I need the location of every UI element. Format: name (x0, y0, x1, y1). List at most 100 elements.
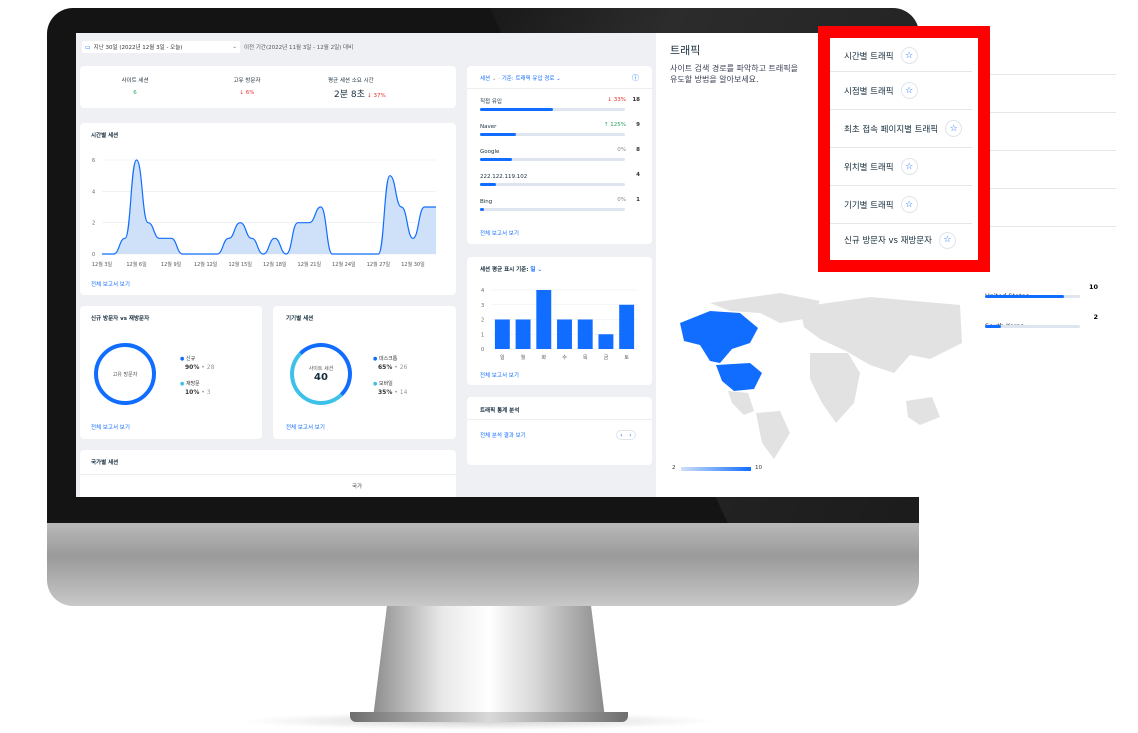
monitor-chin (47, 523, 919, 606)
y-tick-label: 2 (481, 318, 484, 324)
y-tick-label: 0 (92, 252, 95, 258)
x-tick-label: 금 (604, 355, 609, 361)
sources-header[interactable]: 세션 ⌄ · 기준: 트래픽 유입 경로 ⌄ (480, 74, 561, 82)
divider (986, 112, 1116, 113)
full-insights-link[interactable]: 전체 분석 결과 보기 (480, 431, 526, 439)
kpi-label: 고유 방문자 (233, 78, 261, 84)
source-bar-track (480, 158, 625, 161)
info-icon[interactable]: ⓘ (632, 73, 639, 83)
map-legend-gradient (681, 467, 751, 471)
full-report-link[interactable]: 전체 보고서 보기 (480, 229, 519, 237)
kpi-unique-visitors[interactable]: 고유 방문자 ↓ 6% (192, 76, 302, 96)
y-tick-label: 4 (92, 189, 95, 195)
y-tick-label: 6 (92, 158, 95, 164)
date-range-label: 지난 30일 (2022년 12월 3일 - 오늘) (93, 45, 183, 51)
source-bar (480, 133, 517, 136)
panel-title: 트래픽 (670, 44, 701, 57)
legend-new: ● 신규 90% • 28 (180, 356, 215, 371)
kpi-label: 사이트 세션 (121, 78, 149, 84)
card-title: 트래픽 통계 분석 (480, 408, 520, 414)
bar (557, 319, 572, 349)
full-report-link[interactable]: 전체 보고서 보기 (91, 280, 130, 288)
bar (515, 319, 531, 349)
source-name: Bing (480, 199, 493, 205)
x-tick-label: 12월 12일 (194, 261, 218, 268)
traffic-sources-card: 세션 ⌄ · 기준: 트래픽 유입 경로 ⌄ ⓘ 직접 유입 ↓ 33% 18 Nav… (467, 66, 652, 244)
kpi-delta: ↓ 6% (239, 90, 255, 96)
weekday-sessions-card: 세션 평균 표시 기준: 일 ⌄ 43210 일월화수목금토 전체 보고서 보기 (467, 257, 652, 385)
series-area (102, 160, 436, 254)
bar (577, 319, 593, 349)
y-tick-label: 3 (481, 303, 484, 309)
x-tick-label: 월 (521, 354, 526, 361)
chevron-down-icon: ⌄ (232, 44, 237, 50)
source-delta: 0% (617, 197, 626, 203)
donut-value: 40 (314, 372, 328, 383)
weekday-bar-chart[interactable]: 4 3 2 1 0 일 월 화 수 목 금 토 (467, 257, 652, 385)
kpi-delta: 6 (133, 90, 137, 96)
x-tick-label: 일 (500, 354, 505, 361)
kpi-delta: ↓ 37% (367, 93, 386, 99)
sessions-line-chart[interactable]: 6 4 2 0 12월 3일 12월 6일 12월 9일 12월 12일 12월 15일 12월… (80, 123, 456, 295)
x-tick-label: 12월 15일 (228, 261, 252, 268)
monitor-base (350, 712, 628, 722)
kpi-site-sessions[interactable]: 사이트 세션 6 (80, 76, 190, 96)
full-report-link[interactable]: 전체 보고서 보기 (286, 423, 325, 431)
carousel-nav[interactable]: ‹ › (616, 430, 636, 440)
source-row[interactable]: Bing 0% 1 (480, 197, 640, 215)
source-row[interactable]: Google 0% 8 (480, 147, 640, 165)
donut-label: 사이트 세션 (308, 366, 334, 372)
x-tick-label: 12월 21일 (298, 261, 322, 268)
source-delta: ↑ 125% (603, 122, 626, 128)
x-tick-label: 12월 18일 (263, 261, 287, 268)
kpi-label: 평균 세션 소요 시간 (328, 78, 374, 84)
source-name: Google (480, 149, 500, 155)
source-value: 18 (632, 97, 640, 103)
highlight-box (818, 26, 990, 272)
legend-returning: ● 재방문 10% • 3 (180, 381, 211, 396)
legend-desktop: ● 데스크톱 65% • 26 (373, 356, 408, 371)
x-tick-label: 화 (541, 355, 546, 361)
source-value: 1 (636, 197, 640, 203)
kpi-value: 2분 8초 (334, 90, 365, 100)
y-tick-label: 4 (481, 288, 484, 294)
source-row[interactable]: 222.122.119.102 4 (480, 172, 640, 190)
source-name: 직접 유입 (480, 99, 502, 105)
device-donut[interactable]: 사이트 세션 40 (290, 343, 352, 405)
full-report-link[interactable]: 전체 보고서 보기 (480, 371, 519, 379)
source-bar (480, 208, 485, 211)
compare-period[interactable]: 이전 기간(2022년 11월 3일 - 12월 2일) 대비 (244, 43, 353, 51)
source-row[interactable]: Naver ↑ 125% 9 (480, 122, 640, 140)
chevron-right-icon[interactable]: › (629, 432, 631, 439)
full-report-link[interactable]: 전체 보고서 보기 (91, 423, 130, 431)
y-tick-label: 1 (481, 332, 484, 338)
source-delta: ↓ 33% (607, 97, 626, 103)
x-tick-label: 토 (624, 355, 629, 361)
kpi-avg-session[interactable]: 평균 세션 소요 시간 2분 8초 ↓ 37% (312, 76, 452, 100)
source-row[interactable]: 직접 유입 ↓ 33% 18 (480, 97, 640, 115)
sessions-over-time-card: 시간별 세션 6420 12월 3일 12월 6일 12월 9일 12월 12일 12월… (80, 123, 456, 295)
date-range-select[interactable]: ▭ 지난 30일 (2022년 12월 3일 - 오늘) ⌄ (82, 41, 240, 53)
x-tick-label: 12월 3일 (92, 261, 113, 268)
bar (598, 334, 614, 349)
source-bar (480, 183, 496, 186)
country-row-us[interactable]: United States › 10 (985, 283, 1098, 302)
world-map[interactable] (670, 283, 970, 463)
source-name: 222.122.119.102 (480, 174, 528, 180)
divider (986, 226, 1116, 227)
legend-min: 2 (672, 465, 676, 471)
bar (494, 319, 510, 349)
card-title: 신규 방문자 vs 재방문자 (91, 316, 150, 322)
divider (467, 419, 652, 420)
source-value: 9 (636, 122, 640, 128)
divider (80, 474, 456, 475)
visitors-donut[interactable]: 고유 방문자 (94, 343, 156, 405)
source-bar (480, 158, 512, 161)
country-row-kr[interactable]: South Korea › 2 (985, 313, 1098, 332)
source-bar-track (480, 108, 625, 111)
chevron-left-icon[interactable]: ‹ (620, 432, 622, 439)
source-bar-track (480, 133, 625, 136)
x-tick-label: 수 (562, 355, 567, 361)
source-bar (480, 108, 553, 111)
source-bar-track (480, 208, 625, 211)
